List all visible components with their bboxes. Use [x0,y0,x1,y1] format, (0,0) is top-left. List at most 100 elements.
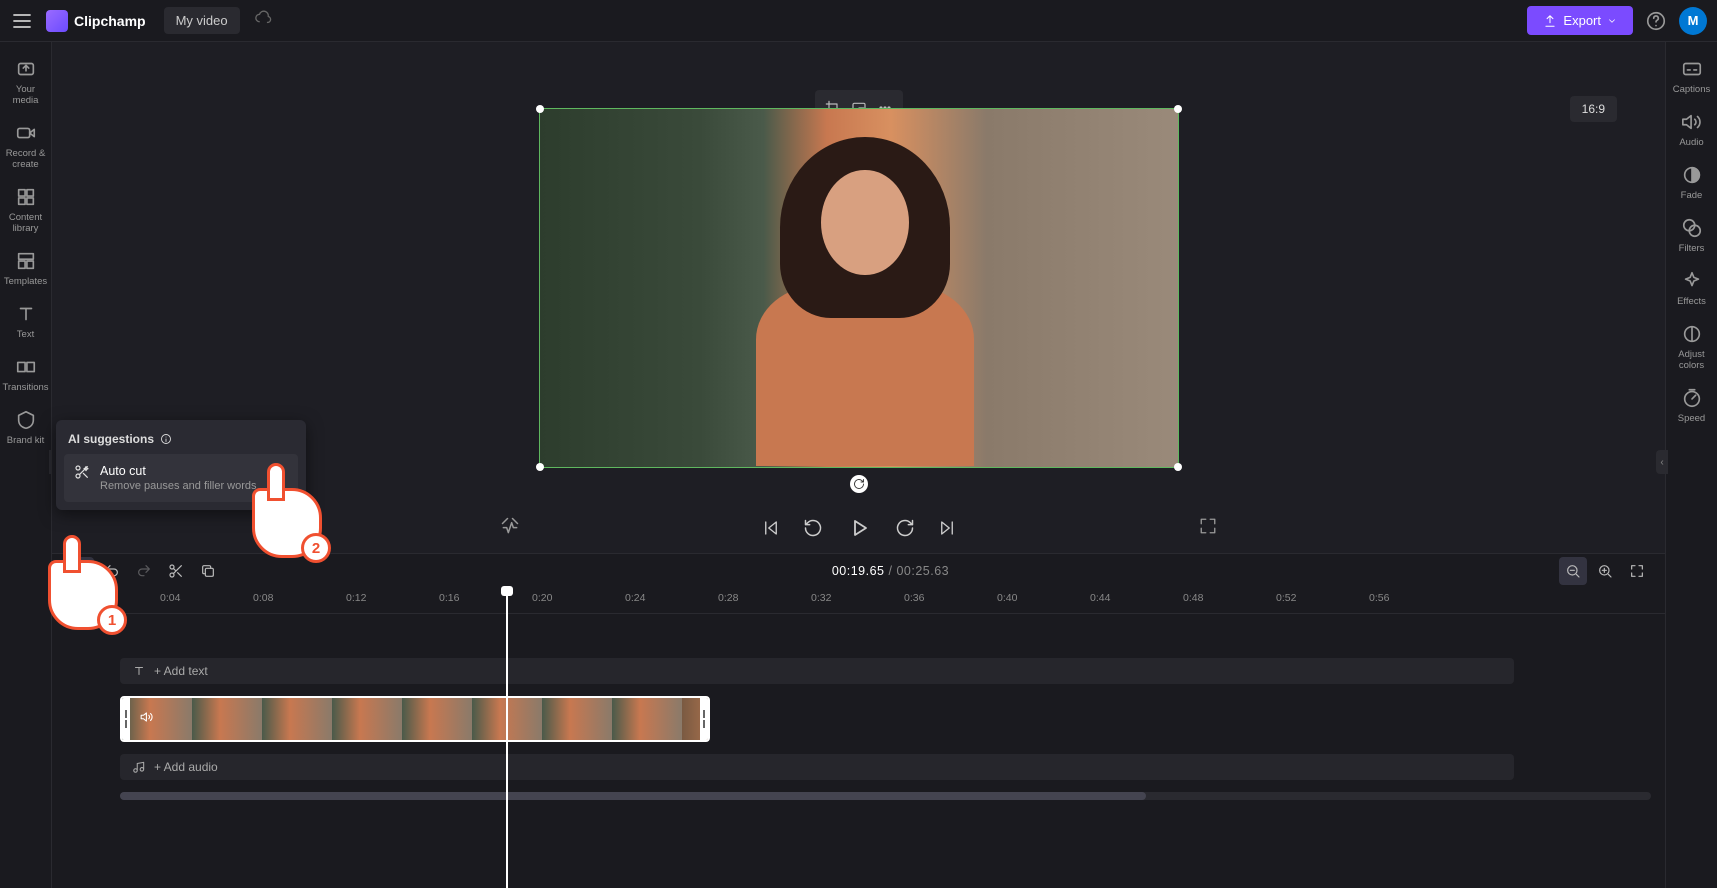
skip-forward-button[interactable] [935,516,959,540]
user-avatar[interactable]: M [1679,7,1707,35]
sidebar-item-speed[interactable]: Speed [1668,379,1716,432]
resize-handle-tr[interactable] [1174,105,1182,113]
export-label: Export [1563,13,1601,28]
rewind-button[interactable] [801,516,825,540]
text-icon [132,664,146,678]
callout-pointer-1: 1 [48,560,118,630]
callout-number: 1 [97,605,127,635]
ruler-tick: 0:12 [346,592,366,604]
zoom-fit-button[interactable] [1623,557,1651,585]
callout-pointer-2: 2 [252,488,322,558]
sidebar-item-your-media[interactable]: Your media [2,50,50,114]
resize-handle-bl[interactable] [536,463,544,471]
rotate-handle-icon[interactable] [850,475,868,493]
ruler-tick: 0:04 [160,592,180,604]
collapse-sidebar-icon[interactable]: ‹ [1656,450,1668,474]
total-time: 00:25.63 [896,564,949,578]
app-header: Clipchamp My video Export M [0,0,1717,42]
sidebar-label: Brand kit [7,435,45,446]
ruler-tick: 0:40 [997,592,1017,604]
timeline-scrollbar[interactable] [120,792,1651,800]
project-title[interactable]: My video [164,7,240,34]
play-button[interactable] [843,512,875,544]
sidebar-item-effects[interactable]: Effects [1668,262,1716,315]
audio-track[interactable]: + Add audio [120,754,1514,780]
ruler-tick: 0:08 [253,592,273,604]
sidebar-label: Captions [1673,84,1711,95]
clip-trim-left[interactable] [122,698,130,740]
video-preview-content [540,109,1178,467]
sidebar-label: Templates [4,276,47,287]
right-sidebar: ‹ Captions Audio Fade Filters Effects Ad… [1665,42,1717,888]
ruler-tick: 0:52 [1276,592,1296,604]
ruler-tick: 0:24 [625,592,645,604]
sidebar-label: Your media [4,84,48,106]
resize-handle-br[interactable] [1174,463,1182,471]
music-icon [132,760,146,774]
sidebar-label: Text [17,329,34,340]
ruler-tick: 0:36 [904,592,924,604]
video-preview-frame[interactable] [539,108,1179,468]
sidebar-label: Adjust colors [1670,349,1714,371]
sidebar-item-audio[interactable]: Audio [1668,103,1716,156]
help-icon[interactable] [1645,10,1667,32]
sidebar-item-record-create[interactable]: Record & create [2,114,50,178]
timeline-ruler[interactable]: 0:040:080:120:160:200:240:280:320:360:40… [52,588,1665,614]
timeline-panel: 00:19.65 / 00:25.63 0:040:080:120:160:20… [52,553,1665,888]
video-track-row [120,696,1665,742]
aspect-ratio-selector[interactable]: 16:9 [1570,96,1617,122]
sidebar-item-captions[interactable]: Captions [1668,50,1716,103]
app-name: Clipchamp [74,13,146,29]
effects-icon[interactable] [500,516,520,541]
hamburger-icon[interactable] [10,9,34,33]
video-clip[interactable] [120,696,710,742]
playhead[interactable] [506,588,508,888]
logo-mark-icon [46,10,68,32]
cut-button[interactable] [162,557,190,585]
text-track-label: + Add text [154,664,208,678]
timeline-toolbar: 00:19.65 / 00:25.63 [52,554,1665,588]
sidebar-item-templates[interactable]: Templates [2,242,50,295]
cloud-sync-icon[interactable] [254,9,272,32]
sidebar-label: Record & create [4,148,48,170]
playback-time-display: 00:19.65 / 00:25.63 [226,564,1555,578]
fullscreen-button[interactable] [1199,517,1217,540]
skip-back-button[interactable] [759,516,783,540]
sidebar-item-filters[interactable]: Filters [1668,209,1716,262]
timeline-scrollbar-thumb[interactable] [120,792,1146,800]
audio-track-label: + Add audio [154,760,218,774]
zoom-out-button[interactable] [1559,557,1587,585]
zoom-in-button[interactable] [1591,557,1619,585]
ruler-tick: 0:28 [718,592,738,604]
current-time: 00:19.65 [832,564,885,578]
info-icon[interactable] [160,433,172,445]
speaker-icon[interactable] [140,710,154,729]
resize-handle-tl[interactable] [536,105,544,113]
sidebar-item-content-library[interactable]: Content library [2,178,50,242]
sidebar-label: Content library [4,212,48,234]
timeline-tracks: + Add text + Add audio [52,614,1665,780]
ruler-tick: 0:48 [1183,592,1203,604]
ruler-tick: 0:56 [1369,592,1389,604]
text-track[interactable]: + Add text [120,658,1514,684]
sidebar-label: Audio [1679,137,1703,148]
export-button[interactable]: Export [1527,6,1633,35]
time-separator: / [889,564,893,578]
sidebar-label: Speed [1678,413,1705,424]
copy-button[interactable] [194,557,222,585]
ruler-tick: 0:32 [811,592,831,604]
left-sidebar: Your media Record & create Content libra… [0,42,52,888]
sidebar-item-adjust-colors[interactable]: Adjust colors [1668,315,1716,379]
sidebar-item-text[interactable]: Text [2,295,50,348]
app-logo[interactable]: Clipchamp [46,10,146,32]
sidebar-item-brand-kit[interactable]: Brand kit [2,401,50,454]
redo-button[interactable] [130,557,158,585]
sidebar-label: Fade [1681,190,1703,201]
clip-trim-right[interactable] [700,698,708,740]
forward-button[interactable] [893,516,917,540]
popover-title: AI suggestions [68,432,154,446]
popover-title-row: AI suggestions [64,428,298,454]
sidebar-item-transitions[interactable]: Transitions [2,348,50,401]
sidebar-item-fade[interactable]: Fade [1668,156,1716,209]
callout-number: 2 [301,533,331,563]
